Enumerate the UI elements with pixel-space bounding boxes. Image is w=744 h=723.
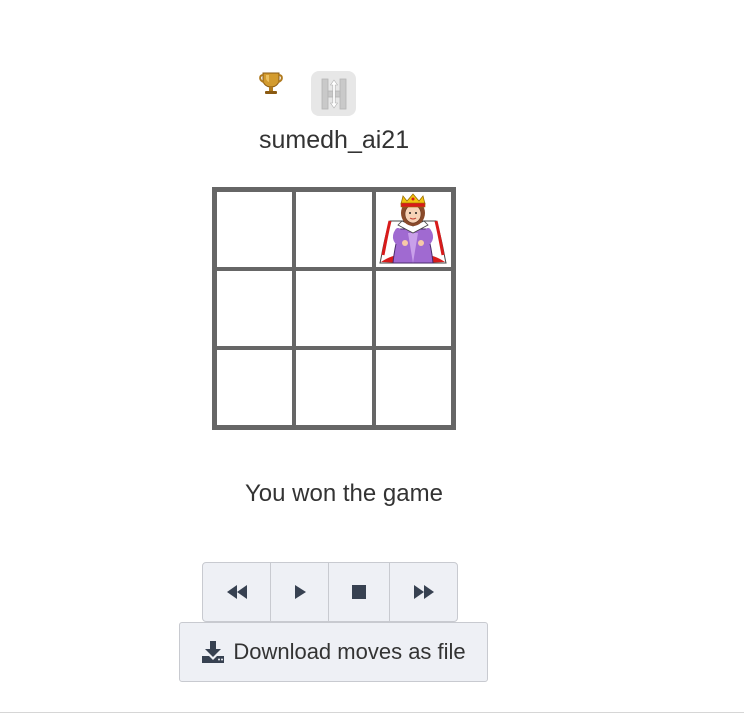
game-board [212,187,456,430]
board-cell-r3c2[interactable] [296,350,372,425]
board-cell-r1c3[interactable] [375,192,451,267]
board-cell-r2c2[interactable] [296,271,372,346]
fast-forward-icon [413,585,434,599]
playback-controls [202,562,458,622]
trophy-icon [258,70,284,96]
play-icon [294,585,306,599]
queen-piece-icon [379,192,447,263]
board-cell-r1c1[interactable] [217,192,293,267]
rewind-button[interactable] [203,563,271,621]
rewind-icon [226,585,247,599]
game-status-message: You won the game [245,480,443,507]
h-badge [311,71,356,116]
divider [0,712,744,713]
download-moves-button[interactable]: Download moves as file [179,622,488,682]
download-button-label: Download moves as file [233,639,466,664]
board-cell-r1c2[interactable] [296,192,372,267]
board-cell-r3c1[interactable] [217,350,293,425]
board-cell-r2c1[interactable] [217,271,293,346]
board-cell-r2c3[interactable] [375,271,451,346]
stop-icon [352,585,366,599]
download-icon [202,641,225,663]
board-cell-r3c3[interactable] [375,350,451,425]
stop-button[interactable] [329,563,390,621]
fast-forward-button[interactable] [390,563,457,621]
player-username: sumedh_ai21 [259,126,410,154]
play-button[interactable] [271,563,329,621]
